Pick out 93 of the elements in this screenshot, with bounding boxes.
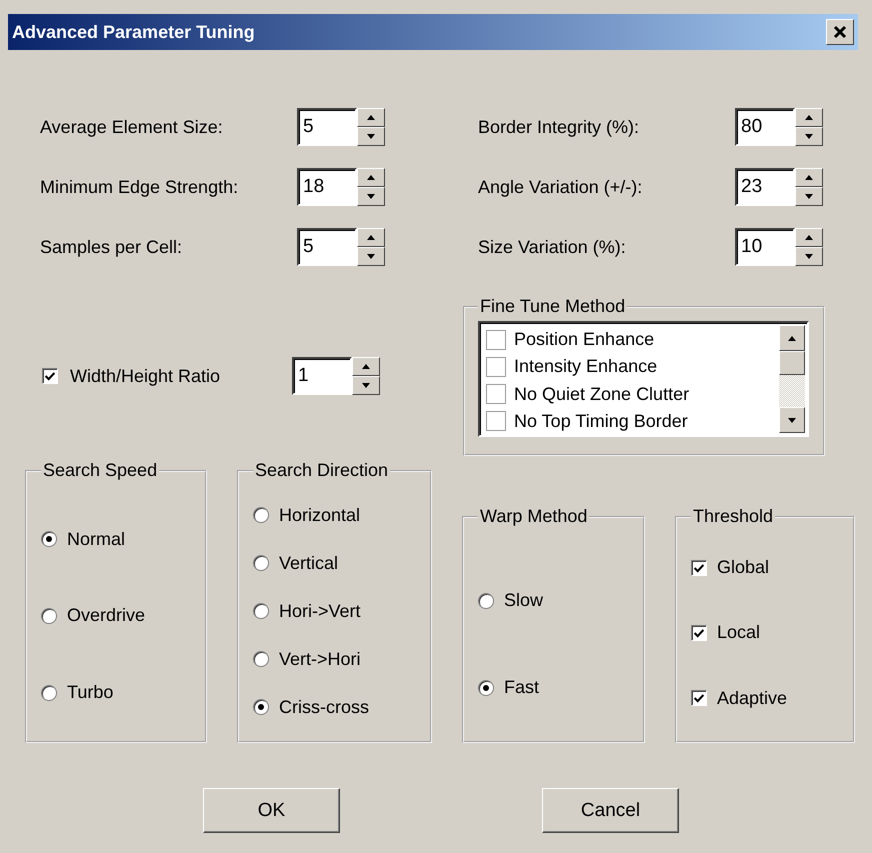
checkbox-label[interactable]: Global — [717, 557, 770, 578]
radio-button[interactable] — [41, 684, 57, 701]
checkbox[interactable] — [486, 356, 506, 377]
option-label[interactable]: Slow — [504, 590, 544, 611]
option-label[interactable]: Turbo — [67, 682, 114, 704]
down-triangle-icon — [788, 418, 796, 422]
close-button[interactable] — [826, 19, 854, 45]
spin-down-button[interactable] — [795, 187, 823, 206]
up-triangle-icon — [367, 115, 375, 120]
spin-down-button[interactable] — [357, 187, 385, 206]
up-triangle-icon — [367, 235, 375, 240]
number-field[interactable]: 5 — [297, 228, 357, 266]
number-field[interactable]: 23 — [735, 168, 795, 206]
option-label[interactable]: Vert->Hori — [279, 648, 361, 670]
radio-button[interactable] — [253, 555, 269, 571]
group-title: Threshold — [692, 506, 774, 527]
dialog-button[interactable]: Cancel — [542, 788, 679, 833]
spin-down-button[interactable] — [795, 247, 823, 266]
checkbox[interactable] — [691, 560, 707, 576]
number-field[interactable]: 5 — [297, 108, 357, 146]
radio-button[interactable] — [253, 507, 269, 523]
checkbox-label[interactable]: Adaptive — [717, 688, 788, 709]
option-label[interactable]: Overdrive — [67, 605, 146, 626]
scrollbar[interactable] — [779, 325, 805, 433]
list-item[interactable]: Intensity Enhance — [514, 356, 658, 378]
radio-button[interactable] — [478, 592, 494, 608]
scroll-down-button[interactable] — [779, 407, 805, 433]
down-triangle-icon — [805, 194, 813, 199]
down-triangle-icon — [367, 194, 375, 199]
list-item[interactable]: No Quiet Zone Clutter — [514, 384, 690, 405]
spin-down-button[interactable] — [357, 247, 385, 266]
up-triangle-icon — [805, 175, 813, 180]
radio-button[interactable] — [478, 680, 494, 696]
option-label[interactable]: Horizontal — [279, 504, 360, 526]
list-item[interactable]: Position Enhance — [514, 329, 654, 350]
down-triangle-icon — [362, 383, 370, 388]
option-label[interactable]: Hori->Vert — [279, 600, 361, 622]
radio-button[interactable] — [253, 699, 269, 715]
checkbox[interactable] — [691, 624, 707, 641]
spin-up-button[interactable] — [795, 228, 823, 247]
field-label: Samples per Cell: — [40, 236, 184, 258]
spin-up-button[interactable] — [357, 228, 385, 247]
spin-down-button[interactable] — [795, 127, 823, 146]
radio-button[interactable] — [253, 603, 269, 619]
radio-button[interactable] — [41, 531, 57, 548]
up-triangle-icon — [362, 364, 370, 369]
list-item[interactable]: No Top Timing Border — [514, 410, 688, 432]
number-field[interactable]: 1 — [292, 357, 352, 395]
option-label[interactable]: Criss-cross — [279, 696, 369, 718]
checkbox[interactable] — [486, 384, 506, 404]
field-label: Border Integrity (%): — [478, 116, 640, 138]
group-title: Search Speed — [42, 460, 158, 481]
scroll-up-button[interactable] — [779, 325, 805, 351]
window-title: Advanced Parameter Tuning — [12, 22, 255, 42]
down-triangle-icon — [805, 134, 813, 139]
close-icon — [833, 25, 847, 39]
group-title: Search Direction — [254, 460, 390, 481]
spin-down-button[interactable] — [357, 127, 385, 146]
up-triangle-icon — [367, 175, 375, 180]
field-label: Minimum Edge Strength: — [40, 176, 240, 198]
up-triangle-icon — [805, 235, 813, 240]
down-triangle-icon — [805, 254, 813, 259]
checkbox[interactable] — [42, 368, 58, 384]
option-label[interactable]: Normal — [67, 528, 126, 550]
checkbox-label[interactable]: Width/Height Ratio — [70, 366, 292, 386]
field-label: Angle Variation (+/-): — [478, 176, 644, 198]
spin-up-button[interactable] — [352, 357, 380, 376]
field-label: Size Variation (%): — [478, 236, 627, 258]
number-field[interactable]: 18 — [297, 168, 357, 206]
spin-up-button[interactable] — [795, 108, 823, 127]
checkbox[interactable] — [486, 411, 506, 432]
down-triangle-icon — [367, 134, 375, 139]
spin-down-button[interactable] — [352, 376, 380, 395]
option-label[interactable]: Fast — [504, 677, 540, 698]
group-title: Warp Method — [479, 506, 588, 527]
group-title: Fine Tune Method — [479, 296, 626, 317]
spin-up-button[interactable] — [357, 108, 385, 127]
scroll-thumb[interactable] — [779, 351, 805, 375]
radio-button[interactable] — [253, 651, 269, 667]
up-triangle-icon — [805, 115, 813, 120]
number-field[interactable]: 80 — [735, 108, 795, 146]
dialog-button[interactable]: OK — [203, 788, 340, 833]
checkbox-label[interactable]: Local — [717, 622, 760, 644]
number-field[interactable]: 10 — [735, 228, 795, 266]
down-triangle-icon — [367, 254, 375, 259]
up-triangle-icon — [788, 336, 796, 340]
field-label: Average Element Size: — [40, 116, 224, 138]
radio-button[interactable] — [41, 608, 57, 624]
option-label[interactable]: Vertical — [279, 552, 338, 574]
checkbox[interactable] — [486, 330, 506, 350]
spin-up-button[interactable] — [795, 168, 823, 187]
checkbox[interactable] — [691, 690, 707, 706]
spin-up-button[interactable] — [357, 168, 385, 187]
